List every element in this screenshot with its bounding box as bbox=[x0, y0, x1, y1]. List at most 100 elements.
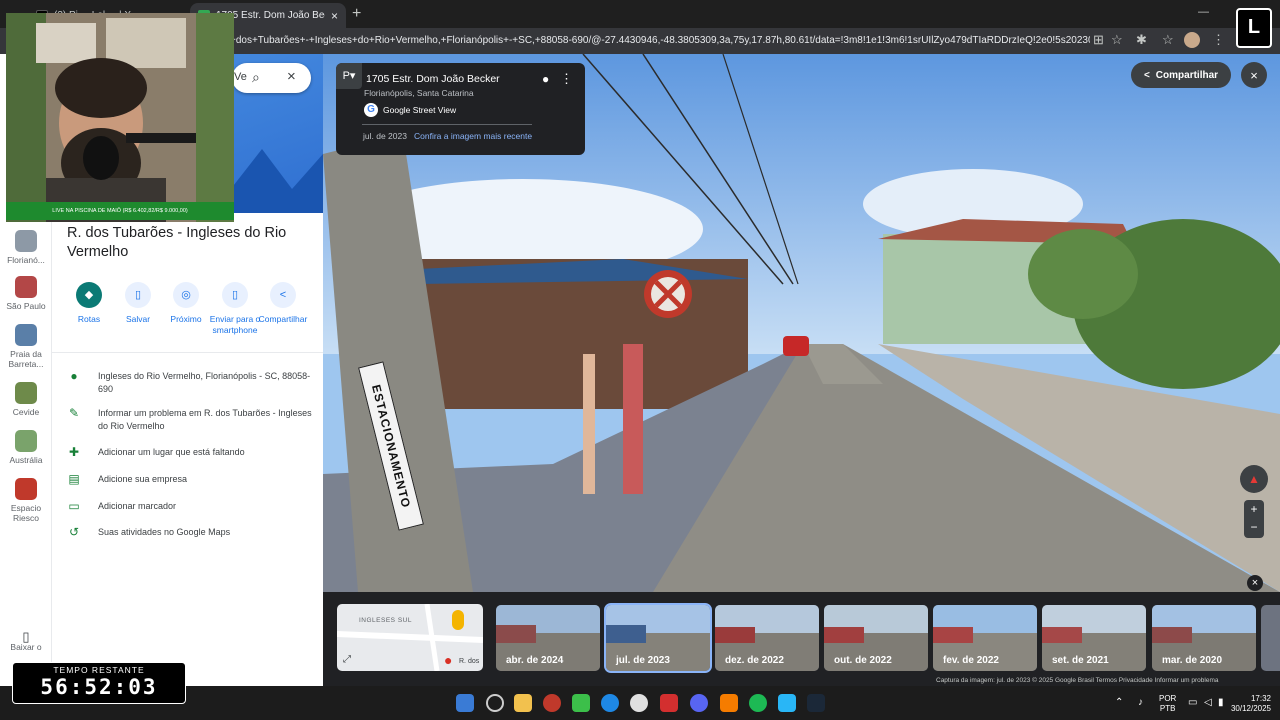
timeline-thumb[interactable]: fev. de 2022 bbox=[933, 605, 1037, 671]
steam-icon[interactable] bbox=[807, 694, 825, 712]
expand-icon[interactable]: ⤢ bbox=[343, 654, 351, 665]
provider-label: Google Street View bbox=[383, 105, 457, 115]
directions-button[interactable]: ◆ Rotas bbox=[61, 282, 117, 325]
streetview-address: 1705 Estr. Dom João Becker bbox=[366, 73, 500, 85]
download-app-button[interactable]: ▯ Baixar o bbox=[0, 630, 52, 652]
search-box[interactable]: Ve ⌕ × bbox=[232, 63, 311, 93]
search-icon[interactable]: ⌕ bbox=[252, 69, 260, 86]
add-label-row[interactable]: ▭ Adicionar marcador bbox=[67, 500, 312, 513]
address-row[interactable]: ● Ingleses do Rio Vermelho, Florianópoli… bbox=[67, 370, 312, 396]
place-title: R. dos Tubarões - Ingleses do Rio Vermel… bbox=[67, 225, 287, 260]
clock-time: 17:32 bbox=[1250, 694, 1271, 703]
minimap-area-label: INGLESES SUL bbox=[359, 617, 412, 624]
action-label: Enviar para o smartphone bbox=[209, 314, 261, 335]
settings-icon[interactable] bbox=[486, 694, 504, 712]
timer-value: 56:52:03 bbox=[40, 675, 158, 699]
volume-icon[interactable]: ◁ bbox=[1204, 697, 1212, 708]
timeline-thumb-partial[interactable] bbox=[1261, 605, 1280, 671]
compass-icon[interactable]: ▲ bbox=[1240, 465, 1268, 493]
rail-item[interactable]: Cevide bbox=[0, 382, 52, 417]
thumb-label: mar. de 2020 bbox=[1162, 655, 1223, 666]
rail-item[interactable]: Austrália bbox=[0, 430, 52, 465]
timeline-thumb[interactable]: abr. de 2024 bbox=[496, 605, 600, 671]
streaming-icon[interactable] bbox=[660, 694, 678, 712]
donation-ticker: LIVE NA PISCINA DE MAIÔ (R$ 6.402,82/R$ … bbox=[6, 202, 234, 220]
clock-date: 30/12/2025 bbox=[1230, 704, 1271, 713]
bookmarks-icon[interactable]: ☆ bbox=[1162, 33, 1174, 47]
info-text: Adicionar marcador bbox=[98, 501, 177, 511]
recent-place-thumb bbox=[15, 382, 37, 404]
minimap[interactable]: INGLESES SUL R. dos ● ⤢ bbox=[337, 604, 483, 671]
add-business-row[interactable]: ▤ Adicione sua empresa bbox=[67, 473, 312, 486]
phone-icon: ▯ bbox=[222, 282, 248, 308]
thumb-label: abr. de 2024 bbox=[506, 655, 564, 666]
app-icon[interactable] bbox=[543, 694, 561, 712]
rail-item[interactable]: São Paulo bbox=[0, 276, 52, 311]
pegman-icon[interactable] bbox=[452, 610, 464, 630]
rail-label: Austrália bbox=[9, 455, 43, 465]
discord-icon[interactable] bbox=[690, 694, 708, 712]
minimize-button[interactable]: — bbox=[1198, 6, 1209, 18]
more-icon[interactable]: ⋮ bbox=[560, 71, 573, 87]
pin-icon[interactable]: ● bbox=[542, 72, 549, 86]
directions-icon: ◆ bbox=[76, 282, 102, 308]
language-indicator[interactable]: POR PTB bbox=[1159, 694, 1176, 714]
battery-icon[interactable]: ▮ bbox=[1218, 697, 1224, 708]
monitor-icon[interactable]: ▭ bbox=[1188, 697, 1197, 708]
tray-chevron-icon[interactable]: ⌃ bbox=[1115, 697, 1123, 708]
close-tab-icon[interactable]: × bbox=[331, 9, 338, 23]
windows-start-icon[interactable] bbox=[456, 694, 474, 712]
add-place-icon: ✚ bbox=[68, 445, 80, 459]
close-timeline-button[interactable]: × bbox=[1247, 575, 1263, 591]
rail-label: São Paulo bbox=[6, 301, 46, 311]
star-icon[interactable]: ☆ bbox=[1111, 33, 1123, 47]
file-explorer-icon[interactable] bbox=[514, 694, 532, 712]
zoom-out-button[interactable]: − bbox=[1244, 519, 1264, 535]
microphone-icon[interactable]: ♪ bbox=[1138, 697, 1143, 708]
close-streetview-button[interactable]: × bbox=[1241, 62, 1267, 88]
rail-label: Baixar o bbox=[10, 642, 42, 652]
close-icon[interactable]: × bbox=[287, 68, 296, 85]
report-problem-row[interactable]: ✎ Informar um problema em R. dos Tubarõe… bbox=[67, 407, 312, 433]
timeline-thumb[interactable]: dez. de 2022 bbox=[715, 605, 819, 671]
new-tab-button[interactable]: + bbox=[352, 5, 361, 23]
share-button[interactable]: < Compartilhar bbox=[255, 282, 311, 325]
zoom-in-button[interactable]: + bbox=[1244, 500, 1264, 519]
recent-place-thumb bbox=[15, 430, 37, 452]
share-button[interactable]: < Compartilhar bbox=[1131, 62, 1231, 88]
timer-label: TEMPO RESTANTE bbox=[53, 665, 145, 675]
spotify-icon[interactable] bbox=[749, 694, 767, 712]
recent-imagery-link[interactable]: Confira a imagem mais recente bbox=[414, 131, 532, 141]
rail-label: Espacio Riesco bbox=[10, 503, 42, 523]
menu-icon[interactable]: ⋮ bbox=[1212, 33, 1225, 47]
search-input[interactable]: Ve bbox=[234, 71, 247, 83]
clock[interactable]: 17:32 30/12/2025 bbox=[1225, 694, 1271, 714]
photos-icon[interactable] bbox=[778, 694, 796, 712]
timeline-thumb[interactable]: mar. de 2020 bbox=[1152, 605, 1256, 671]
url-field[interactable]: +dos+Tubarões+-+Ingleses+do+Rio+Vermelho… bbox=[230, 30, 1090, 52]
install-icon[interactable]: ⊞ bbox=[1093, 33, 1104, 47]
recent-place-thumb bbox=[15, 230, 37, 252]
rail-item[interactable]: Florianó... bbox=[0, 230, 52, 265]
nearby-button[interactable]: ◎ Próximo bbox=[158, 282, 214, 325]
pegman-menu-button[interactable]: P▾ bbox=[336, 63, 362, 89]
app-icon[interactable] bbox=[630, 694, 648, 712]
timeline-thumb-selected[interactable]: jul. de 2023 bbox=[604, 603, 712, 673]
rail-item[interactable]: Espacio Riesco bbox=[0, 478, 52, 523]
history-icon: ↺ bbox=[68, 525, 80, 539]
timeline-thumb[interactable]: set. de 2021 bbox=[1042, 605, 1146, 671]
add-place-row[interactable]: ✚ Adicionar um lugar que está faltando bbox=[67, 446, 312, 459]
app-icon[interactable] bbox=[572, 694, 590, 712]
timeline-thumb[interactable]: out. de 2022 bbox=[824, 605, 928, 671]
avatar[interactable] bbox=[1184, 32, 1200, 48]
thumb-label: dez. de 2022 bbox=[725, 655, 784, 666]
activity-row[interactable]: ↺ Suas atividades no Google Maps bbox=[67, 526, 312, 539]
info-text: Adicionar um lugar que está faltando bbox=[98, 447, 245, 457]
app-icon[interactable] bbox=[720, 694, 738, 712]
edge-icon[interactable] bbox=[601, 694, 619, 712]
stream-timer: TEMPO RESTANTE 56:52:03 bbox=[12, 662, 186, 704]
rail-item[interactable]: Praia da Barreta... bbox=[0, 324, 52, 369]
extensions-icon[interactable]: ✱ bbox=[1136, 33, 1147, 47]
business-icon: ▤ bbox=[68, 472, 80, 486]
pencil-icon: ✎ bbox=[68, 406, 80, 420]
